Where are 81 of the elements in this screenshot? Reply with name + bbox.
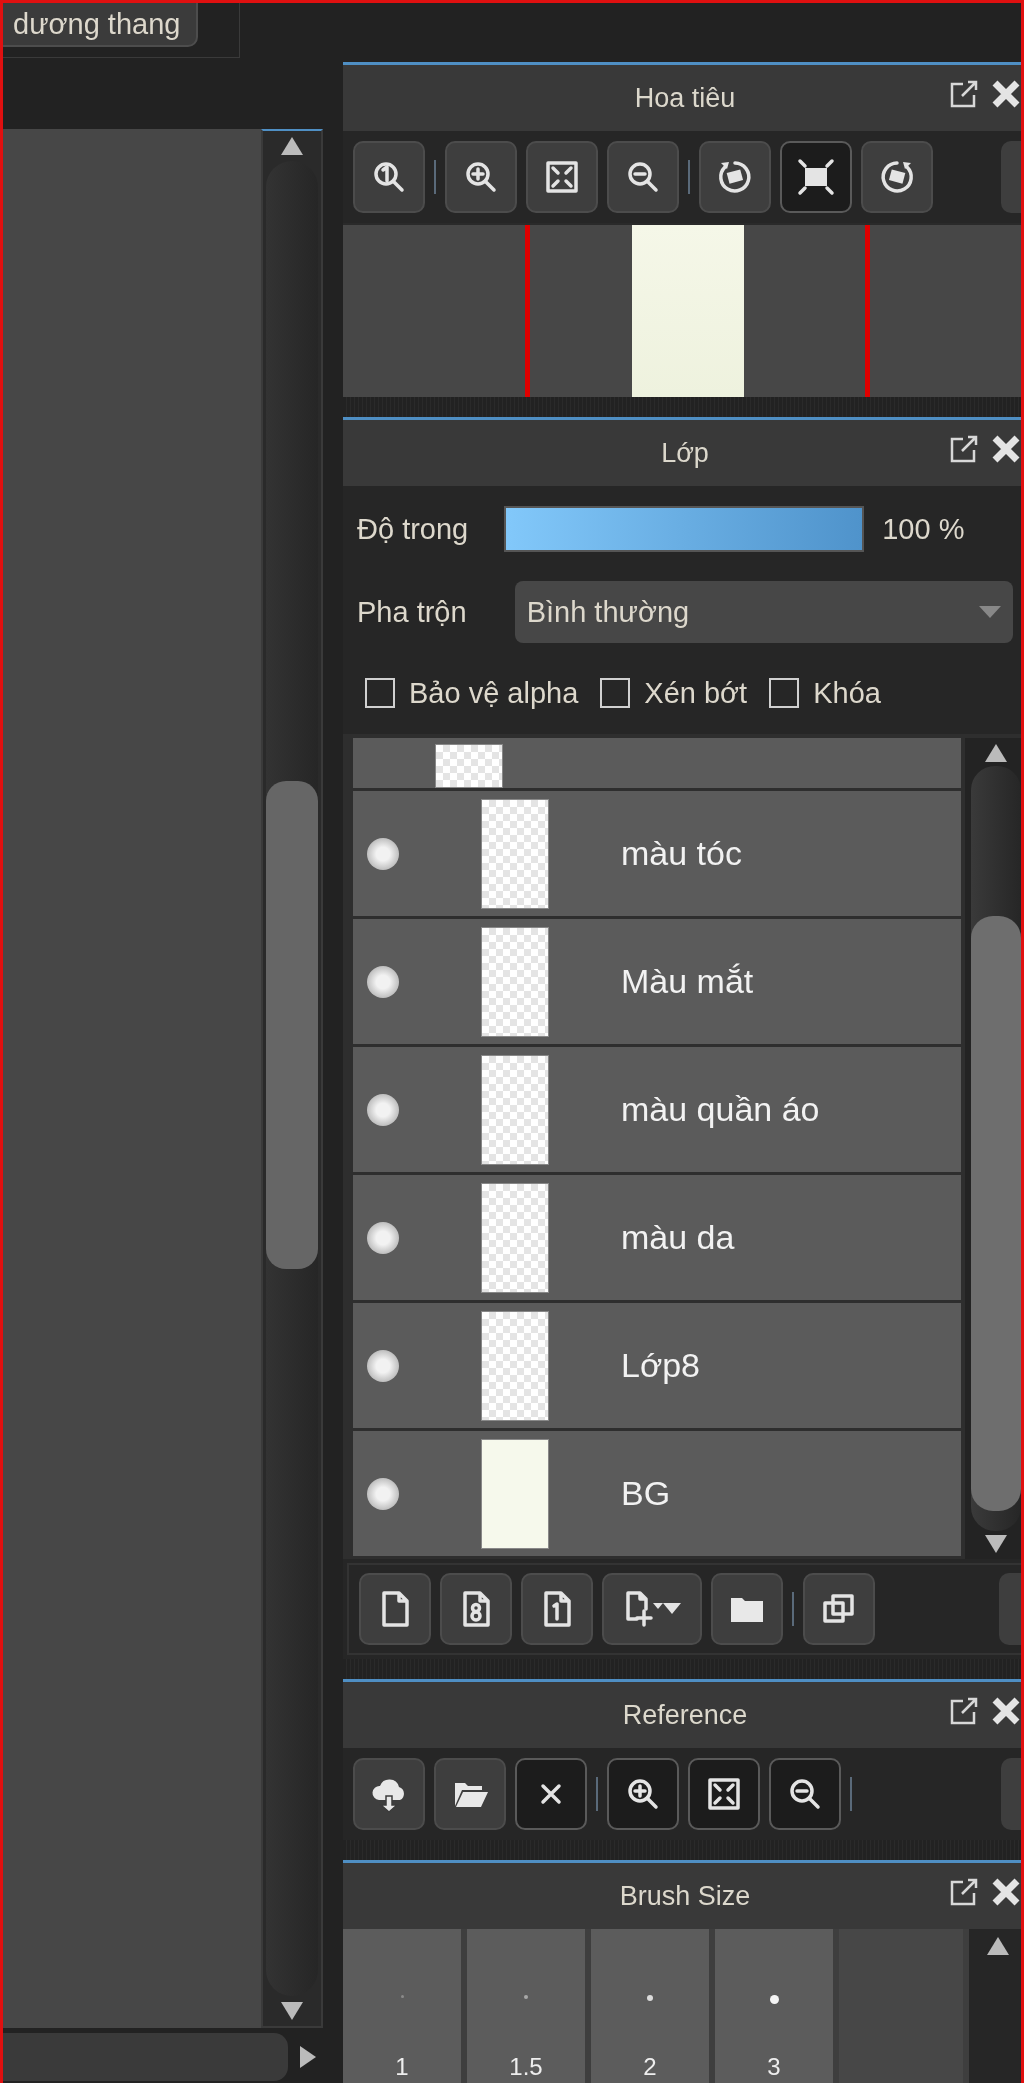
brush-dot-icon (647, 1995, 653, 2001)
layer-name[interactable]: Lớp8 (621, 1346, 701, 1385)
popout-icon[interactable] (949, 1696, 979, 1726)
toolbar-button[interactable] (861, 141, 933, 213)
layer-name[interactable]: BG (621, 1474, 671, 1513)
blend-label: Pha trộn (357, 595, 467, 629)
layer-row[interactable] (353, 738, 961, 788)
toolbar-button[interactable] (434, 1758, 506, 1830)
toolbar-button[interactable] (353, 1758, 425, 1830)
panel-title: Brush Size (619, 1880, 751, 1912)
close-icon[interactable] (991, 434, 1021, 464)
layer-thumbnail (435, 744, 503, 788)
scrollbar-thumb[interactable] (266, 781, 318, 1269)
layer-row[interactable]: Lớp8 (353, 1303, 961, 1428)
panel-title: Lớp (661, 437, 709, 469)
brush-size-cell[interactable]: 1.5 (467, 1929, 585, 2083)
horizontal-scrollbar[interactable] (3, 2033, 288, 2081)
layer-row[interactable]: màu quần áo (353, 1047, 961, 1172)
visibility-dot-icon[interactable] (367, 1477, 399, 1510)
checkbox-label[interactable]: Bảo vệ alpha (409, 676, 579, 710)
checkbox-label[interactable]: Khóa (813, 676, 881, 710)
layer-row[interactable]: BG (353, 1431, 961, 1556)
visibility-dot-icon[interactable] (367, 837, 399, 870)
layer-row[interactable]: màu tóc (353, 791, 961, 916)
checkbox[interactable] (365, 678, 395, 708)
toolbar-button[interactable] (607, 141, 679, 213)
scrollbar-thumb[interactable] (971, 916, 1021, 1511)
layer-name[interactable]: màu da (621, 1218, 735, 1257)
vertical-scrollbar[interactable] (969, 1929, 1021, 2083)
blend-mode-dropdown[interactable]: Bình thường (514, 581, 1013, 643)
close-icon[interactable] (991, 1877, 1021, 1907)
vertical-scrollbar[interactable] (261, 129, 323, 2028)
layer-row[interactable]: Màu mắt (353, 919, 961, 1044)
down-arrow-icon[interactable] (281, 2002, 303, 2020)
up-arrow-icon[interactable] (281, 137, 303, 155)
checkbox[interactable] (600, 678, 631, 708)
layer-row[interactable]: màu da (353, 1175, 961, 1300)
layer-name[interactable]: màu quần áo (621, 1090, 820, 1129)
fullscreen-icon (796, 157, 836, 197)
toolbar-button[interactable] (445, 141, 517, 213)
popout-icon[interactable] (949, 434, 979, 464)
right-arrow-icon[interactable] (300, 2046, 316, 2068)
close-icon[interactable] (991, 1696, 1021, 1726)
new-folder-button[interactable] (711, 1573, 783, 1645)
toolbar-button[interactable] (353, 141, 425, 213)
visibility-dot-icon[interactable] (367, 1221, 399, 1254)
brush-size-cell[interactable]: 3 (715, 1929, 833, 2083)
up-arrow-icon[interactable] (987, 1937, 1009, 1955)
down-arrow-icon[interactable] (985, 1535, 1007, 1553)
caret-icon (979, 606, 1001, 618)
add-layer-button[interactable] (602, 1573, 702, 1645)
visibility-dot-icon[interactable] (367, 1093, 399, 1126)
tool-button[interactable]: dương thang (3, 3, 199, 47)
layer-name[interactable]: Màu mắt (621, 962, 754, 1001)
new-layer-button[interactable] (440, 1573, 512, 1645)
new-layer-button[interactable] (521, 1573, 593, 1645)
close-icon[interactable] (991, 79, 1021, 109)
brush-size-cell[interactable]: 1 (343, 1929, 461, 2083)
brush-dot-icon (524, 1995, 528, 1999)
panel-title: Hoa tiêu (634, 82, 736, 114)
visibility-dot-icon[interactable] (367, 1349, 399, 1382)
visibility-dot-icon[interactable] (367, 965, 399, 998)
checkbox-label[interactable]: Xén bớt (644, 676, 748, 710)
duplicate-button[interactable] (803, 1573, 875, 1645)
toolbar-button[interactable] (526, 141, 598, 213)
toolbar-button[interactable] (699, 141, 771, 213)
toolbar-button[interactable] (780, 141, 852, 213)
vertical-scrollbar[interactable] (965, 738, 1021, 1559)
add-page-icon (623, 1589, 663, 1629)
brush-dot-icon (769, 1995, 779, 2004)
checkbox[interactable] (769, 678, 800, 708)
brush-size-cell[interactable]: 2 (591, 1929, 709, 2083)
panel-title: Reference (622, 1699, 748, 1731)
popout-icon[interactable] (949, 1877, 979, 1907)
popout-icon[interactable] (949, 79, 979, 109)
new-layer-button[interactable] (359, 1573, 431, 1645)
layer-name[interactable]: màu tóc (621, 834, 742, 873)
brush-dot-icon (400, 1995, 404, 1998)
up-arrow-icon[interactable] (985, 744, 1007, 762)
opacity-value: 100 % (882, 512, 965, 546)
opacity-label: Độ trong (357, 512, 469, 546)
